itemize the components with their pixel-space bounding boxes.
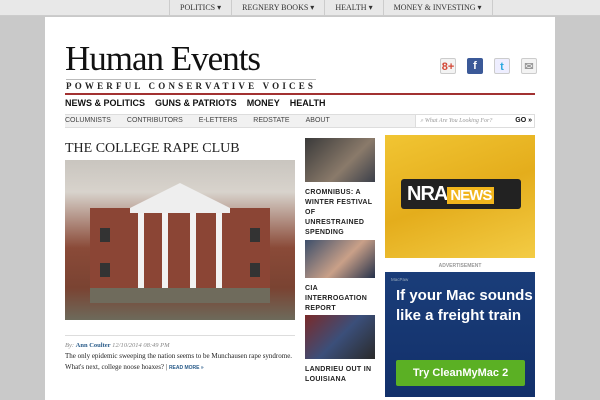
side-story[interactable]: LANDRIEU OUT IN LOUISIANA <box>305 315 375 385</box>
nav-guns-patriots[interactable]: GUNS & PATRIOTS <box>155 98 237 108</box>
author-link[interactable]: Ann Coulter <box>76 342 111 349</box>
nav-health[interactable]: HEALTH <box>290 98 326 108</box>
top-bar: POLITICS ▾ REGNERY BOOKS ▾ HEALTH ▾ MONE… <box>0 0 600 16</box>
topnav-politics[interactable]: POLITICS ▾ <box>170 0 233 16</box>
search-input[interactable]: ⌕ What Are You Looking For? GO » <box>415 114 535 128</box>
article-title[interactable]: THE COLLEGE RAPE CLUB <box>65 141 240 157</box>
social-links: 8+ f t ✉ <box>440 58 537 74</box>
nra-news-logo: NRA NEWS <box>401 179 521 209</box>
cleanmymac-ad[interactable]: MacPaw If your Mac sounds like a freight… <box>385 272 535 397</box>
twitter-icon[interactable]: t <box>494 58 510 74</box>
side-story[interactable]: CIA INTERROGATION REPORT PUBLISHED <box>305 240 375 324</box>
topnav-money[interactable]: MONEY & INVESTING ▾ <box>384 0 493 16</box>
subnav-columnists[interactable]: COLUMNISTS <box>65 115 111 127</box>
nav-news-politics[interactable]: NEWS & POLITICS <box>65 98 145 108</box>
side-story[interactable]: CROMNIBUS: A WINTER FESTIVAL OF UNRESTRA… <box>305 138 375 238</box>
story-headline[interactable]: CROMNIBUS: A WINTER FESTIVAL OF UNRESTRA… <box>305 188 375 238</box>
advertisement-label: ADVERTISEMENT <box>438 263 482 269</box>
header-divider <box>65 93 535 95</box>
article-date: 12/10/2014 08:49 PM <box>112 342 170 349</box>
topnav-health[interactable]: HEALTH ▾ <box>325 0 384 16</box>
subnav-e-letters[interactable]: E-LETTERS <box>199 115 238 127</box>
ad-brand: MacPaw <box>391 277 409 282</box>
story-thumbnail[interactable] <box>305 138 375 182</box>
news-text: NEWS <box>447 187 495 204</box>
ad-cta-button[interactable]: Try CleanMyMac 2 <box>396 360 525 386</box>
site-logo[interactable]: Human Events <box>65 41 261 77</box>
story-headline[interactable]: LANDRIEU OUT IN LOUISIANA <box>305 365 375 385</box>
byline: By: Ann Coulter 12/10/2014 08:49 PM <box>65 335 295 349</box>
read-more-link[interactable]: READ MORE » <box>169 365 204 371</box>
nav-money[interactable]: MONEY <box>247 98 280 108</box>
tagline: POWERFUL CONSERVATIVE VOICES <box>66 79 317 91</box>
nra-text: NRA <box>407 183 448 205</box>
page: Human Events POWERFUL CONSERVATIVE VOICE… <box>45 17 555 400</box>
search-placeholder: What Are You Looking For? <box>424 118 493 124</box>
subnav-contributors[interactable]: CONTRIBUTORS <box>127 115 183 127</box>
story-thumbnail[interactable] <box>305 315 375 359</box>
ad-headline: If your Mac sounds like a freight train <box>396 287 533 324</box>
main-nav: NEWS & POLITICS GUNS & PATRIOTS MONEY HE… <box>65 98 326 108</box>
google-plus-icon[interactable]: 8+ <box>440 58 456 74</box>
sub-nav: COLUMNISTS CONTRIBUTORS E-LETTERS REDSTA… <box>65 114 535 128</box>
search-go-button[interactable]: GO » <box>515 115 532 127</box>
house-illustration <box>90 183 270 303</box>
subnav-about[interactable]: ABOUT <box>306 115 330 127</box>
facebook-icon[interactable]: f <box>467 58 483 74</box>
topnav-regnery-books[interactable]: REGNERY BOOKS ▾ <box>232 0 326 16</box>
subnav-redstate[interactable]: REDSTATE <box>253 115 289 127</box>
email-icon[interactable]: ✉ <box>521 58 537 74</box>
byline-prefix: By: <box>65 342 75 349</box>
article-photo[interactable] <box>65 160 295 320</box>
story-thumbnail[interactable] <box>305 240 375 278</box>
article-excerpt: The only epidemic sweeping the nation se… <box>65 351 295 374</box>
nra-news-ad[interactable]: NRA NEWS <box>385 135 535 258</box>
top-nav: POLITICS ▾ REGNERY BOOKS ▾ HEALTH ▾ MONE… <box>169 0 493 16</box>
